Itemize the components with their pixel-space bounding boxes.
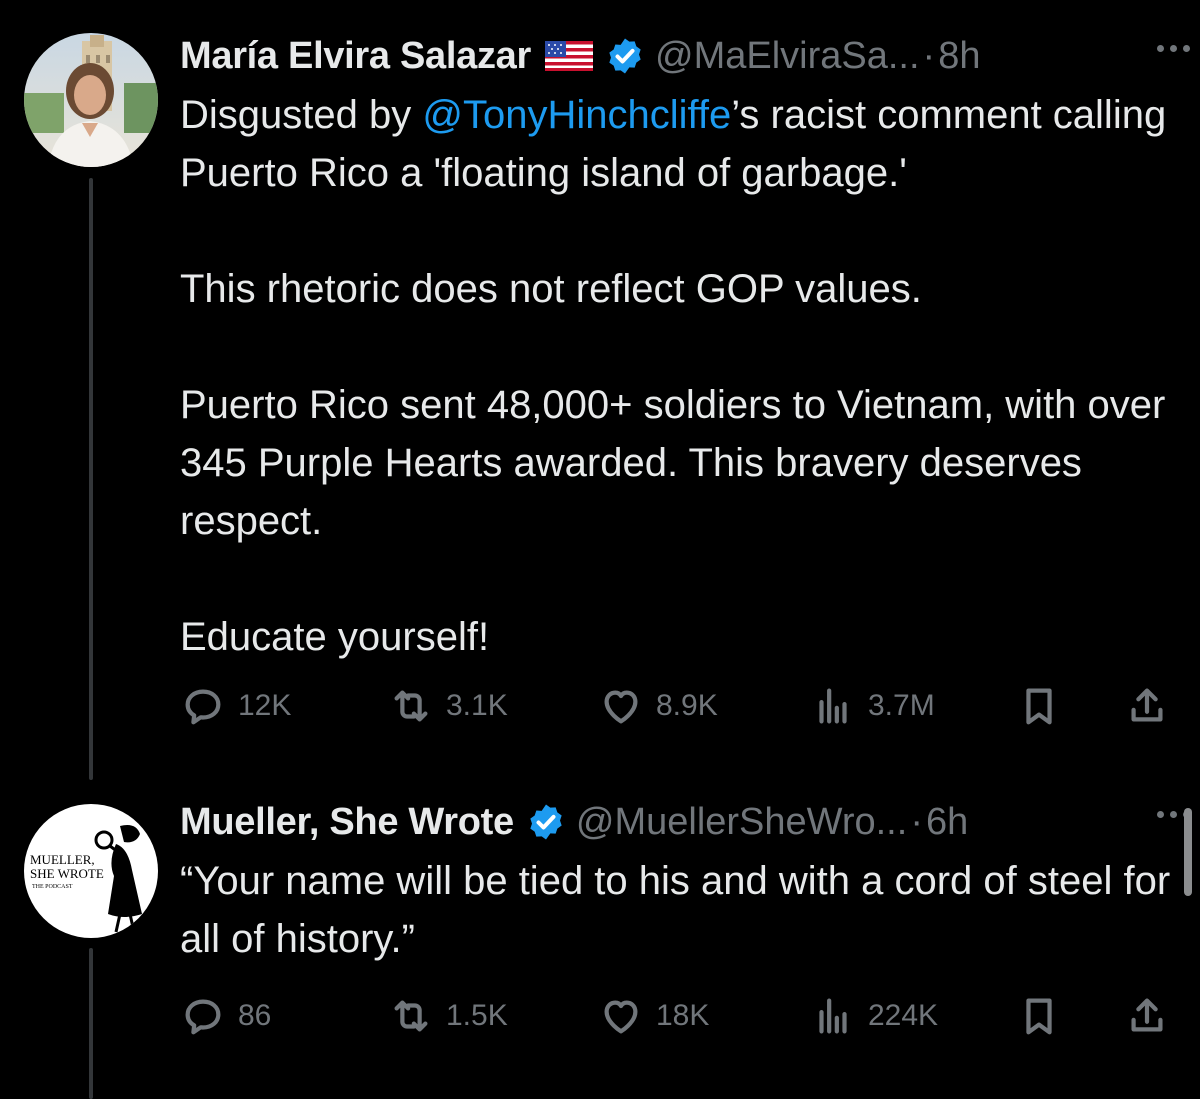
tweet-paragraph: “Your name will be tied to his and with … [180, 859, 1171, 961]
avatar-text: SHE WROTE [30, 866, 104, 881]
timeline: María Elvira Salazar @MaElviraSa... · 8h [0, 0, 1200, 1099]
tweet-paragraph: Educate yourself! [180, 615, 490, 659]
bookmark-button[interactable] [1016, 684, 1062, 728]
like-icon [604, 1000, 638, 1034]
tweet-actions: 86 1.5K 18K 224K [180, 994, 1170, 1038]
views-icon [819, 998, 847, 1034]
reply-count: 86 [238, 999, 272, 1032]
share-icon [1131, 688, 1163, 722]
view-count: 224K [868, 999, 939, 1032]
share-icon [1131, 998, 1163, 1032]
separator-dot: · [910, 800, 923, 843]
repost-icon [394, 690, 428, 722]
views-icon [819, 688, 847, 724]
author-handle[interactable]: @MuellerSheWro... [576, 801, 907, 844]
like-count: 18K [656, 999, 710, 1032]
tweet[interactable]: MUELLER, SHE WROTE THE PODCAST Mueller, … [0, 780, 1200, 1099]
avatar[interactable]: MUELLER, SHE WROTE THE PODCAST [24, 804, 158, 938]
mention-link[interactable]: @TonyHinchcliffe [422, 93, 731, 137]
tweet-time[interactable]: 6h [926, 801, 968, 844]
tweet-header: Mueller, She Wrote @MuellerSheWro... · 6… [180, 797, 1176, 847]
share-button[interactable] [1124, 684, 1170, 728]
author-handle[interactable]: @MaElviraSa... [655, 35, 920, 78]
like-icon [604, 690, 638, 724]
repost-button[interactable]: 1.5K [388, 994, 508, 1038]
bookmark-icon [1026, 688, 1052, 725]
thread-line [89, 178, 93, 780]
author-name[interactable]: Mueller, She Wrote [180, 801, 514, 844]
avatar-text: THE PODCAST [32, 884, 73, 890]
thread-line [89, 948, 93, 1099]
like-button[interactable]: 8.9K [598, 684, 718, 728]
tweet[interactable]: María Elvira Salazar @MaElviraSa... · 8h [0, 0, 1200, 780]
us-flag-icon [545, 41, 593, 71]
tweet-time[interactable]: 8h [938, 35, 980, 78]
more-icon[interactable] [1157, 45, 1190, 52]
scrollbar[interactable] [1184, 808, 1192, 896]
bookmark-icon [1026, 998, 1052, 1035]
repost-count: 3.1K [446, 689, 508, 722]
bookmark-button[interactable] [1016, 994, 1062, 1038]
tweet-paragraph: Disgusted by @TonyHinchcliffe’s racist c… [180, 86, 1180, 202]
tweet-actions: 12K 3.1K 8.9K 3.7M [180, 684, 1170, 728]
avatar[interactable] [24, 33, 158, 167]
view-count: 3.7M [868, 689, 935, 722]
like-count: 8.9K [656, 689, 718, 722]
repost-button[interactable]: 3.1K [388, 684, 508, 728]
tweet-text: “Your name will be tied to his and with … [180, 852, 1180, 968]
reply-button[interactable]: 12K [180, 684, 291, 728]
repost-count: 1.5K [446, 999, 508, 1032]
tweet-paragraph: Puerto Rico sent 48,000+ soldiers to Vie… [180, 383, 1166, 543]
repost-icon [394, 1000, 428, 1032]
tweet-paragraph: This rhetoric does not reflect GOP value… [180, 267, 922, 311]
text-segment: Disgusted by [180, 93, 423, 137]
share-button[interactable] [1124, 994, 1170, 1038]
reply-icon [185, 999, 221, 1035]
tweet-text: Disgusted by @TonyHinchcliffe’s racist c… [180, 86, 1180, 666]
reply-count: 12K [238, 689, 292, 722]
verified-icon [530, 804, 562, 840]
verified-icon [609, 38, 641, 74]
views-button[interactable]: 3.7M [810, 684, 935, 728]
like-button[interactable]: 18K [598, 994, 709, 1038]
reply-button[interactable]: 86 [180, 994, 271, 1038]
views-button[interactable]: 224K [810, 994, 938, 1038]
author-name[interactable]: María Elvira Salazar [180, 35, 531, 78]
separator-dot: · [922, 34, 936, 77]
reply-icon [185, 689, 221, 725]
avatar-text: MUELLER, [30, 852, 95, 867]
tweet-header: María Elvira Salazar @MaElviraSa... · 8h [180, 31, 1176, 81]
